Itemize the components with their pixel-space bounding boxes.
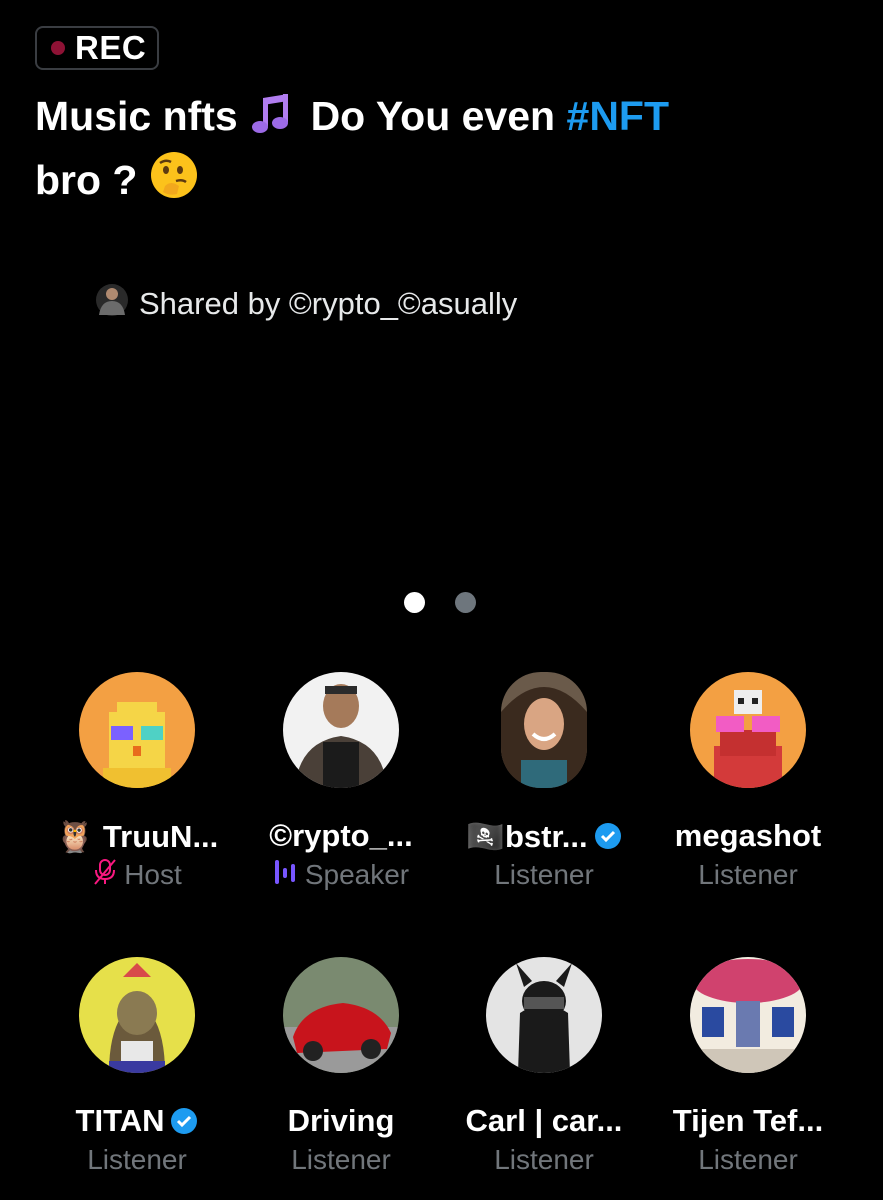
name-text: 🏴‍☠️bstr... — [466, 818, 588, 854]
participant-role: Listener — [646, 856, 850, 894]
participant-role: Listener — [442, 1141, 646, 1179]
role-label: Listener — [494, 859, 594, 890]
sharer-avatar-icon — [95, 283, 129, 325]
black-character-avatar-icon — [486, 957, 602, 1073]
tattooed-man-avatar-icon — [283, 672, 399, 788]
mic-off-icon — [92, 858, 118, 893]
participant-name: ©rypto_... — [269, 818, 413, 853]
thinking-face-icon — [149, 150, 199, 214]
participant-name: Carl | car... — [465, 1103, 623, 1138]
participant-listener[interactable]: Driving Listener — [239, 957, 443, 1179]
flower-house-avatar-icon — [690, 957, 806, 1073]
participant-listener[interactable]: TITAN Listener — [35, 957, 239, 1179]
participant-listener[interactable]: Carl | car... Listener — [442, 957, 646, 1179]
title-text-3: bro ? — [35, 157, 138, 203]
owl-avatar-icon — [79, 672, 195, 788]
participant-name: Tijen Tef... — [672, 1103, 824, 1138]
role-label: Listener — [494, 1144, 594, 1175]
rec-badge: REC — [35, 26, 159, 70]
shared-by-text: Shared by ©rypto_©asually — [139, 286, 518, 321]
shared-by[interactable]: Shared by ©rypto_©asually — [95, 282, 517, 326]
participant-name: 🏴‍☠️bstr... — [442, 816, 646, 856]
role-label: Listener — [698, 1144, 798, 1175]
role-label: Listener — [291, 1144, 391, 1175]
participant-role: Listener — [646, 1141, 850, 1179]
page-dot-1[interactable] — [404, 592, 425, 613]
role-label: Host — [124, 859, 182, 890]
title-text-2: Do You even — [310, 93, 556, 139]
record-dot-icon — [51, 41, 65, 55]
participant-listener[interactable]: 🏴‍☠️bstr... Listener — [442, 672, 646, 894]
participant-speaker[interactable]: ©rypto_... Speaker — [239, 672, 443, 894]
name-text: TITAN — [75, 1103, 165, 1138]
music-notes-icon — [249, 92, 299, 150]
page-indicator — [404, 592, 476, 613]
participant-name: 🦉 TruuN... — [55, 818, 219, 854]
role-label: Listener — [87, 1144, 187, 1175]
rec-label: REC — [75, 29, 147, 66]
space-title: Music nfts Do You even #NFT bro ? — [35, 88, 855, 214]
ape-avatar-icon — [79, 957, 195, 1073]
role-label: Listener — [698, 859, 798, 890]
smiling-woman-avatar-icon — [501, 672, 587, 788]
participant-listener[interactable]: megashot Listener — [646, 672, 850, 894]
red-car-avatar-icon — [283, 957, 399, 1073]
participant-host[interactable]: 🦉 TruuN... Host — [35, 672, 239, 894]
participant-name: TITAN — [35, 1101, 239, 1141]
participant-name: megashot — [674, 818, 822, 853]
speaking-bars-icon — [273, 858, 299, 893]
participant-role: Listener — [239, 1141, 443, 1179]
participant-role: Speaker — [239, 856, 443, 894]
role-label: Speaker — [304, 859, 410, 890]
verified-badge-icon — [594, 823, 621, 849]
participant-role: Listener — [35, 1141, 239, 1179]
title-text-1: Music nfts — [35, 93, 238, 139]
page-dot-2[interactable] — [455, 592, 476, 613]
participant-name: Driving — [287, 1103, 395, 1138]
verified-badge-icon — [171, 1108, 198, 1134]
participant-listener[interactable]: Tijen Tef... Listener — [646, 957, 850, 1179]
participant-role: Listener — [442, 856, 646, 894]
pixel-skull-avatar-icon — [690, 672, 806, 788]
participant-role: Host — [35, 856, 239, 894]
hashtag-link[interactable]: #NFT — [567, 93, 670, 139]
